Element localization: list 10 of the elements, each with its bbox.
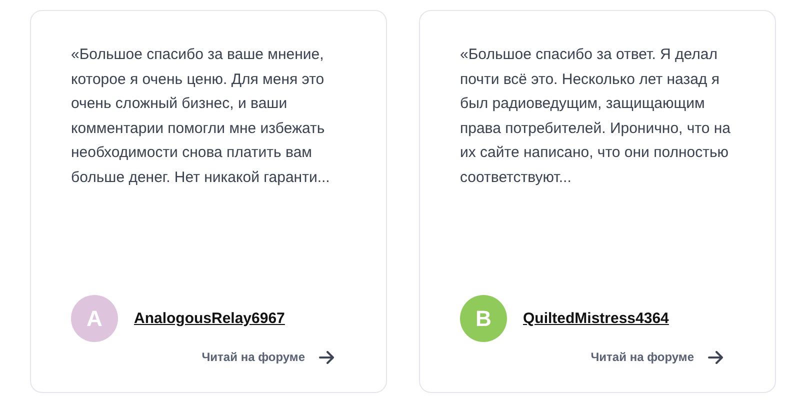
quote-text: «Большое спасибо за ответ. Я делал почти всё это. Несколько лет назад я был радиоведущим, защищающим права потребителей. Иронично, что на их сайте написано, что они полностью соответствуют... [460,45,732,188]
arrow-right-icon [319,350,334,364]
author-link[interactable]: AnalogousRelay6967 [134,310,285,327]
author-link[interactable]: QuiltedMistress4364 [523,310,669,327]
avatar: B [460,295,507,342]
avatar: A [71,295,118,342]
read-on-forum-link[interactable]: Читай на форуме [590,350,723,364]
quote-text: «Большое спасибо за ваше мнение, которое я очень ценю. Для меня это очень сложный бизнес, и ваши комментарии помогли мне избежать необходимости снова платить вам больше денег. Нет никакой гаранти... [71,45,331,188]
arrow-right-icon [708,350,723,364]
read-on-forum-link[interactable]: Читай на форуме [202,350,334,364]
